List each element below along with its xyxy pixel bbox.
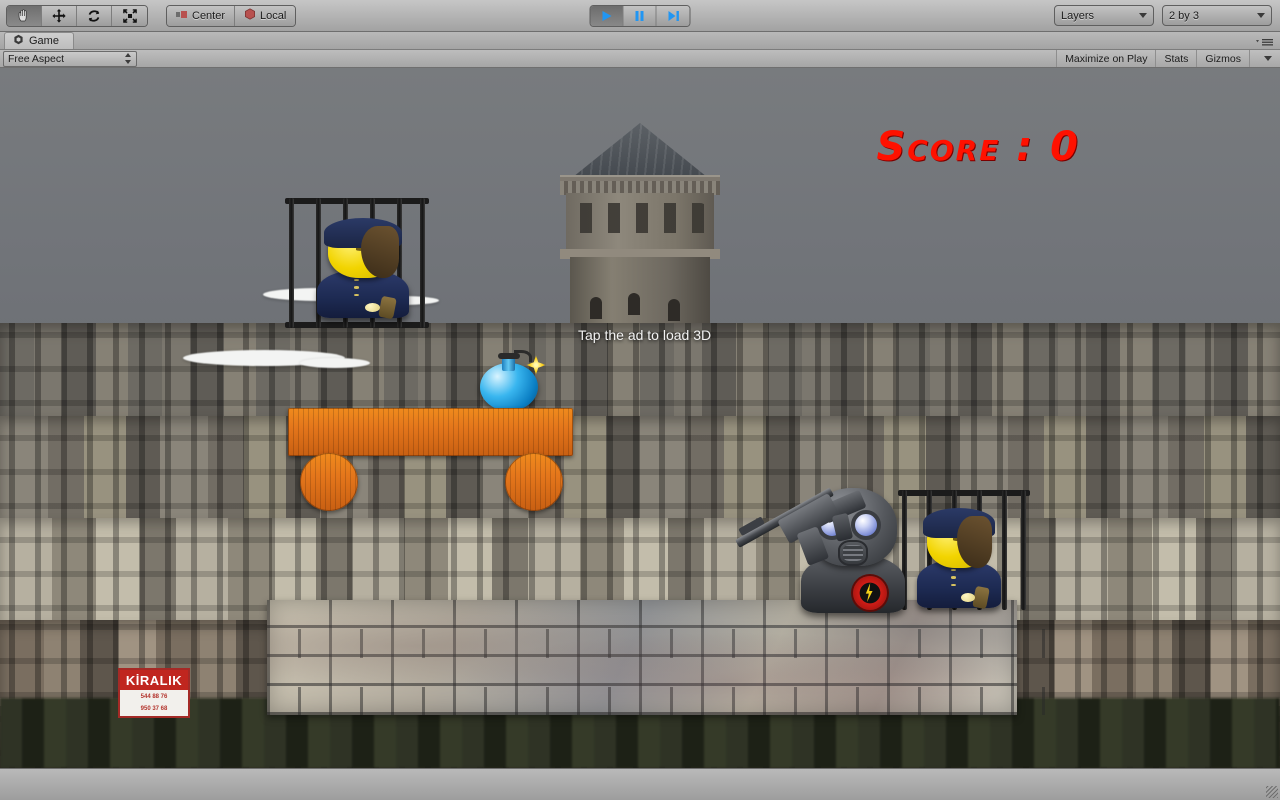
kiralik-phone-2: 950 37 68 bbox=[140, 706, 168, 712]
rifle-grip bbox=[831, 512, 854, 542]
prisoner-badge bbox=[960, 592, 976, 603]
wheel-right[interactable] bbox=[505, 453, 563, 511]
step-button[interactable] bbox=[656, 5, 690, 26]
layers-dropdown-label: Layers bbox=[1061, 9, 1095, 22]
transform-tools-group bbox=[6, 4, 148, 27]
pivot-center-icon bbox=[176, 9, 188, 23]
stats-toggle[interactable]: Stats bbox=[1155, 50, 1197, 67]
space-mode-button[interactable]: Local bbox=[235, 5, 296, 26]
wooden-plank[interactable] bbox=[288, 408, 573, 456]
space-mode-label: Local bbox=[260, 9, 287, 22]
tab-game-label: Game bbox=[29, 35, 59, 47]
chevron-down-icon bbox=[1264, 56, 1272, 61]
caged-prisoner-right bbox=[915, 508, 1003, 610]
prisoner-sash bbox=[377, 295, 397, 320]
chevron-down-icon bbox=[1139, 13, 1147, 18]
resize-grip[interactable] bbox=[1266, 786, 1278, 798]
layout-dropdown[interactable]: 2 by 3 bbox=[1162, 5, 1272, 26]
updown-arrows-icon bbox=[124, 53, 132, 64]
pivot-mode-label: Center bbox=[192, 9, 226, 22]
aspect-ratio-dropdown[interactable]: Free Aspect bbox=[3, 50, 137, 67]
chevron-down-icon bbox=[1257, 13, 1265, 18]
score-display: Score : 0 bbox=[876, 124, 1080, 170]
playback-controls bbox=[589, 4, 691, 27]
game-view-toolbar: Free Aspect Maximize on Play Stats Gizmo… bbox=[0, 50, 1280, 68]
gas-mask-soldier[interactable] bbox=[735, 487, 905, 613]
move-tool[interactable] bbox=[42, 5, 77, 26]
game-view-toggles: Maximize on Play Stats Gizmos bbox=[1056, 50, 1280, 67]
maximize-on-play-toggle[interactable]: Maximize on Play bbox=[1056, 50, 1156, 67]
tower-cone-roof bbox=[568, 123, 712, 181]
kiralik-phone-1: 544 88 76 bbox=[140, 694, 168, 700]
hand-tool[interactable] bbox=[7, 5, 42, 26]
layers-dropdown[interactable]: Layers bbox=[1054, 5, 1154, 26]
space-local-icon bbox=[244, 8, 256, 23]
tower-gallery bbox=[560, 175, 720, 195]
toolbar-right-dropdowns: Layers 2 by 3 bbox=[1054, 5, 1272, 26]
editor-toolbar: Center Local Layers 2 by 3 bbox=[0, 0, 1280, 32]
bomb[interactable] bbox=[480, 350, 546, 411]
bomb-fuse bbox=[514, 350, 532, 362]
status-bar bbox=[0, 768, 1280, 800]
aspect-ratio-label: Free Aspect bbox=[8, 52, 65, 65]
ad-hint-text: Tap the ad to load 3D bbox=[578, 327, 712, 343]
pause-button[interactable] bbox=[623, 5, 657, 26]
tower-upper-body bbox=[566, 193, 714, 251]
kiralik-sign-text: KİRALIK bbox=[120, 670, 188, 690]
layout-dropdown-label: 2 by 3 bbox=[1169, 9, 1199, 22]
kiralik-billboard: KİRALIK 544 88 76 950 37 68 bbox=[118, 668, 190, 718]
scale-tool[interactable] bbox=[112, 5, 147, 26]
wheel-left[interactable] bbox=[300, 453, 358, 511]
unity-editor-window: Center Local Layers 2 by 3 Game Free Asp… bbox=[0, 0, 1280, 800]
gizmos-toggle[interactable]: Gizmos bbox=[1196, 50, 1249, 67]
unity-game-icon bbox=[13, 34, 24, 48]
tab-game[interactable]: Game bbox=[4, 32, 74, 49]
pivot-mode-button[interactable]: Center bbox=[167, 5, 236, 26]
gizmos-dropdown-arrow[interactable] bbox=[1249, 50, 1280, 67]
rifle-magazine bbox=[796, 526, 830, 566]
caged-prisoner-top-left bbox=[315, 218, 411, 320]
brick-wall bbox=[267, 600, 1048, 715]
rotate-tool[interactable] bbox=[77, 5, 112, 26]
brick-color-variation bbox=[267, 600, 1017, 715]
cloud-streak-4 bbox=[300, 358, 370, 368]
panel-menu-icon[interactable] bbox=[1254, 37, 1274, 47]
prisoner-hair-side bbox=[957, 516, 993, 568]
pivot-space-group: Center Local bbox=[166, 4, 297, 27]
game-view-canvas[interactable]: KİRALIK 544 88 76 950 37 68 Tap the ad t… bbox=[0, 68, 1280, 768]
play-button[interactable] bbox=[590, 5, 624, 26]
cityscape-band-2 bbox=[0, 416, 1280, 521]
panel-tab-bar: Game bbox=[0, 32, 1280, 50]
